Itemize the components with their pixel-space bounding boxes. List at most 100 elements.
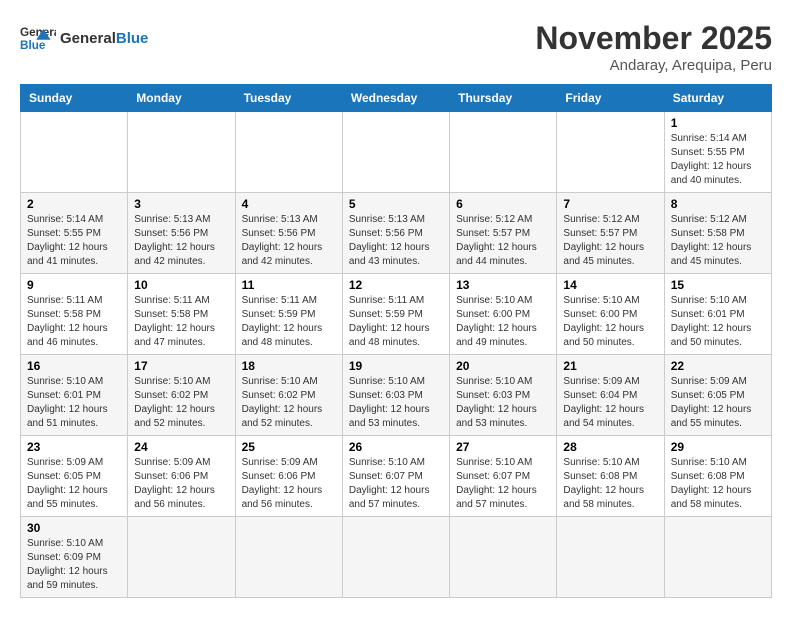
calendar-cell: [664, 517, 771, 598]
day-info: Sunrise: 5:13 AM Sunset: 5:56 PM Dayligh…: [134, 213, 228, 269]
day-info: Sunrise: 5:10 AM Sunset: 6:00 PM Dayligh…: [563, 294, 657, 350]
day-number: 5: [349, 197, 443, 211]
weekday-header-row: SundayMondayTuesdayWednesdayThursdayFrid…: [21, 85, 772, 112]
calendar-cell: [450, 112, 557, 193]
day-number: 18: [242, 359, 336, 373]
calendar-cell: 24 Sunrise: 5:09 AM Sunset: 6:06 PM Dayli…: [128, 436, 235, 517]
weekday-header-sunday: Sunday: [21, 85, 128, 112]
calendar-cell: 4 Sunrise: 5:13 AM Sunset: 5:56 PM Daylig…: [235, 193, 342, 274]
calendar-cell: 28Sunrise: 5:10 AM Sunset: 6:08 PM Dayli…: [557, 436, 664, 517]
calendar-cell: 18 Sunrise: 5:10 AM Sunset: 6:02 PM Dayli…: [235, 355, 342, 436]
calendar-cell: [342, 112, 449, 193]
weekday-header-thursday: Thursday: [450, 85, 557, 112]
day-info: Sunrise: 5:14 AM Sunset: 5:55 PM Dayligh…: [671, 132, 765, 188]
day-number: 30: [27, 521, 121, 535]
weekday-header-saturday: Saturday: [664, 85, 771, 112]
calendar-cell: 21Sunrise: 5:09 AM Sunset: 6:04 PM Dayli…: [557, 355, 664, 436]
day-number: 7: [563, 197, 657, 211]
day-info: Sunrise: 5:10 AM Sunset: 6:07 PM Dayligh…: [349, 456, 443, 512]
day-info: Sunrise: 5:11 AM Sunset: 5:59 PM Dayligh…: [349, 294, 443, 350]
calendar-cell: [235, 112, 342, 193]
calendar-cell: 11Sunrise: 5:11 AM Sunset: 5:59 PM Dayli…: [235, 274, 342, 355]
day-info: Sunrise: 5:10 AM Sunset: 6:02 PM Dayligh…: [134, 375, 228, 431]
day-number: 8: [671, 197, 765, 211]
calendar-cell: [128, 517, 235, 598]
logo-icon: General Blue: [20, 20, 56, 56]
logo-text: GeneralBlue: [60, 30, 148, 47]
calendar-cell: [450, 517, 557, 598]
calendar-cell: 5 Sunrise: 5:13 AM Sunset: 5:56 PM Daylig…: [342, 193, 449, 274]
calendar-cell: 8 Sunrise: 5:12 AM Sunset: 5:58 PM Daylig…: [664, 193, 771, 274]
day-number: 1: [671, 116, 765, 130]
day-number: 12: [349, 278, 443, 292]
day-info: Sunrise: 5:13 AM Sunset: 5:56 PM Dayligh…: [242, 213, 336, 269]
calendar-cell: 26 Sunrise: 5:10 AM Sunset: 6:07 PM Dayli…: [342, 436, 449, 517]
day-info: Sunrise: 5:10 AM Sunset: 6:00 PM Dayligh…: [456, 294, 550, 350]
calendar-cell: 6Sunrise: 5:12 AM Sunset: 5:57 PM Daylig…: [450, 193, 557, 274]
calendar-cell: [342, 517, 449, 598]
day-number: 11: [242, 278, 336, 292]
day-info: Sunrise: 5:14 AM Sunset: 5:55 PM Dayligh…: [27, 213, 121, 269]
calendar-cell: 23 Sunrise: 5:09 AM Sunset: 6:05 PM Dayli…: [21, 436, 128, 517]
day-info: Sunrise: 5:10 AM Sunset: 6:03 PM Dayligh…: [349, 375, 443, 431]
calendar-title-block: November 2025 Andaray, Arequipa, Peru: [535, 20, 772, 74]
calendar-cell: 2 Sunrise: 5:14 AM Sunset: 5:55 PM Daylig…: [21, 193, 128, 274]
calendar-cell: 9Sunrise: 5:11 AM Sunset: 5:58 PM Daylig…: [21, 274, 128, 355]
calendar-cell: [21, 112, 128, 193]
week-row-0: 1 Sunrise: 5:14 AM Sunset: 5:55 PM Daylig…: [21, 112, 772, 193]
day-number: 29: [671, 440, 765, 454]
week-row-4: 23 Sunrise: 5:09 AM Sunset: 6:05 PM Dayli…: [21, 436, 772, 517]
day-number: 4: [242, 197, 336, 211]
day-info: Sunrise: 5:12 AM Sunset: 5:57 PM Dayligh…: [563, 213, 657, 269]
day-number: 24: [134, 440, 228, 454]
calendar-cell: 7 Sunrise: 5:12 AM Sunset: 5:57 PM Daylig…: [557, 193, 664, 274]
calendar-cell: 13 Sunrise: 5:10 AM Sunset: 6:00 PM Dayli…: [450, 274, 557, 355]
day-number: 13: [456, 278, 550, 292]
day-number: 20: [456, 359, 550, 373]
weekday-header-friday: Friday: [557, 85, 664, 112]
day-info: Sunrise: 5:10 AM Sunset: 6:01 PM Dayligh…: [671, 294, 765, 350]
day-info: Sunrise: 5:10 AM Sunset: 6:08 PM Dayligh…: [563, 456, 657, 512]
calendar-cell: 3 Sunrise: 5:13 AM Sunset: 5:56 PM Daylig…: [128, 193, 235, 274]
day-info: Sunrise: 5:12 AM Sunset: 5:58 PM Dayligh…: [671, 213, 765, 269]
calendar-cell: [128, 112, 235, 193]
day-info: Sunrise: 5:10 AM Sunset: 6:01 PM Dayligh…: [27, 375, 121, 431]
weekday-header-wednesday: Wednesday: [342, 85, 449, 112]
weekday-header-tuesday: Tuesday: [235, 85, 342, 112]
day-info: Sunrise: 5:09 AM Sunset: 6:05 PM Dayligh…: [27, 456, 121, 512]
calendar-cell: 22Sunrise: 5:09 AM Sunset: 6:05 PM Dayli…: [664, 355, 771, 436]
day-number: 3: [134, 197, 228, 211]
day-number: 6: [456, 197, 550, 211]
day-number: 17: [134, 359, 228, 373]
day-number: 14: [563, 278, 657, 292]
day-number: 2: [27, 197, 121, 211]
svg-text:Blue: Blue: [20, 39, 46, 52]
day-number: 23: [27, 440, 121, 454]
calendar-cell: 12 Sunrise: 5:11 AM Sunset: 5:59 PM Dayli…: [342, 274, 449, 355]
week-row-3: 16 Sunrise: 5:10 AM Sunset: 6:01 PM Dayli…: [21, 355, 772, 436]
week-row-2: 9 Sunrise: 5:11 AM Sunset: 5:58 PM Daylig…: [21, 274, 772, 355]
day-info: Sunrise: 5:10 AM Sunset: 6:03 PM Dayligh…: [456, 375, 550, 431]
day-info: Sunrise: 5:10 AM Sunset: 6:07 PM Dayligh…: [456, 456, 550, 512]
day-number: 19: [349, 359, 443, 373]
calendar-cell: [235, 517, 342, 598]
day-info: Sunrise: 5:10 AM Sunset: 6:02 PM Dayligh…: [242, 375, 336, 431]
week-row-1: 2 Sunrise: 5:14 AM Sunset: 5:55 PM Daylig…: [21, 193, 772, 274]
calendar-cell: 29 Sunrise: 5:10 AM Sunset: 6:08 PM Dayli…: [664, 436, 771, 517]
calendar-cell: [557, 112, 664, 193]
day-info: Sunrise: 5:10 AM Sunset: 6:09 PM Dayligh…: [27, 537, 121, 593]
logo: General Blue GeneralBlue: [20, 20, 148, 56]
day-info: Sunrise: 5:10 AM Sunset: 6:08 PM Dayligh…: [671, 456, 765, 512]
day-number: 16: [27, 359, 121, 373]
day-number: 15: [671, 278, 765, 292]
day-number: 26: [349, 440, 443, 454]
calendar-location: Andaray, Arequipa, Peru: [535, 57, 772, 74]
calendar-cell: 30 Sunrise: 5:10 AM Sunset: 6:09 PM Dayli…: [21, 517, 128, 598]
day-info: Sunrise: 5:13 AM Sunset: 5:56 PM Dayligh…: [349, 213, 443, 269]
calendar-cell: 1 Sunrise: 5:14 AM Sunset: 5:55 PM Daylig…: [664, 112, 771, 193]
day-info: Sunrise: 5:09 AM Sunset: 6:06 PM Dayligh…: [134, 456, 228, 512]
day-number: 9: [27, 278, 121, 292]
day-info: Sunrise: 5:09 AM Sunset: 6:04 PM Dayligh…: [563, 375, 657, 431]
calendar-table: SundayMondayTuesdayWednesdayThursdayFrid…: [20, 84, 772, 598]
day-info: Sunrise: 5:11 AM Sunset: 5:58 PM Dayligh…: [134, 294, 228, 350]
